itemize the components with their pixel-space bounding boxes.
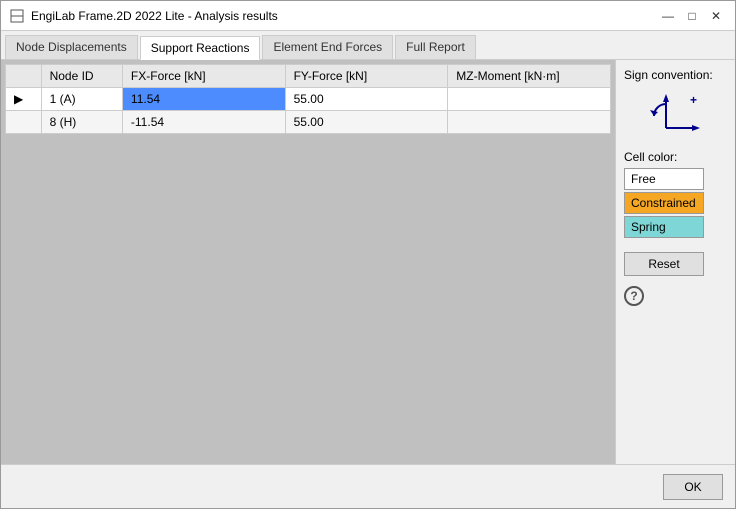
window-title: EngiLab Frame.2D 2022 Lite - Analysis re…	[31, 9, 278, 23]
main-content: Node ID FX-Force [kN] FY-Force [kN] MZ-M…	[1, 60, 735, 464]
tab-element-end-forces[interactable]: Element End Forces	[262, 35, 393, 59]
title-bar-left: EngiLab Frame.2D 2022 Lite - Analysis re…	[9, 8, 278, 24]
row-mz-2	[448, 111, 611, 134]
color-spring-box: Spring	[624, 216, 704, 238]
bottom-bar: OK	[1, 464, 735, 508]
col-header-fy: FY-Force [kN]	[285, 65, 448, 88]
cell-color-label: Cell color:	[624, 150, 677, 164]
tab-full-report[interactable]: Full Report	[395, 35, 476, 59]
row-arrow-1: ▶	[6, 88, 42, 111]
row-mz-1	[448, 88, 611, 111]
right-panel: Sign convention: + Cell color:	[615, 60, 735, 464]
col-header-fx: FX-Force [kN]	[122, 65, 285, 88]
col-header-mz: MZ-Moment [kN·m]	[448, 65, 611, 88]
support-reactions-table: Node ID FX-Force [kN] FY-Force [kN] MZ-M…	[5, 64, 611, 134]
tab-node-displacements[interactable]: Node Displacements	[5, 35, 138, 59]
col-header-node-id: Node ID	[41, 65, 122, 88]
color-free-box: Free	[624, 168, 704, 190]
title-bar: EngiLab Frame.2D 2022 Lite - Analysis re…	[1, 1, 735, 31]
tab-bar: Node Displacements Support Reactions Ele…	[1, 31, 735, 60]
tab-support-reactions[interactable]: Support Reactions	[140, 36, 261, 60]
col-header-arrow	[6, 65, 42, 88]
row-node-id-1: 1 (A)	[41, 88, 122, 111]
ok-button[interactable]: OK	[663, 474, 723, 500]
svg-text:+: +	[690, 93, 697, 107]
row-fx-2: -11.54	[122, 111, 285, 134]
help-icon[interactable]: ?	[624, 286, 644, 306]
close-button[interactable]: ✕	[705, 5, 727, 27]
color-constrained-box: Constrained	[624, 192, 704, 214]
table-row[interactable]: ▶ 1 (A) 11.54 55.00	[6, 88, 611, 111]
reset-button[interactable]: Reset	[624, 252, 704, 276]
table-header-row: Node ID FX-Force [kN] FY-Force [kN] MZ-M…	[6, 65, 611, 88]
row-arrow-2	[6, 111, 42, 134]
maximize-button[interactable]: □	[681, 5, 703, 27]
window-controls: — □ ✕	[657, 5, 727, 27]
row-fy-1: 55.00	[285, 88, 448, 111]
row-fy-2: 55.00	[285, 111, 448, 134]
sign-convention-icon: +	[646, 88, 706, 138]
table-panel: Node ID FX-Force [kN] FY-Force [kN] MZ-M…	[1, 60, 615, 464]
table-row[interactable]: 8 (H) -11.54 55.00	[6, 111, 611, 134]
sign-convention-label: Sign convention:	[624, 68, 713, 82]
row-node-id-2: 8 (H)	[41, 111, 122, 134]
row-fx-1: 11.54	[122, 88, 285, 111]
app-icon	[9, 8, 25, 24]
minimize-button[interactable]: —	[657, 5, 679, 27]
main-window: EngiLab Frame.2D 2022 Lite - Analysis re…	[0, 0, 736, 509]
